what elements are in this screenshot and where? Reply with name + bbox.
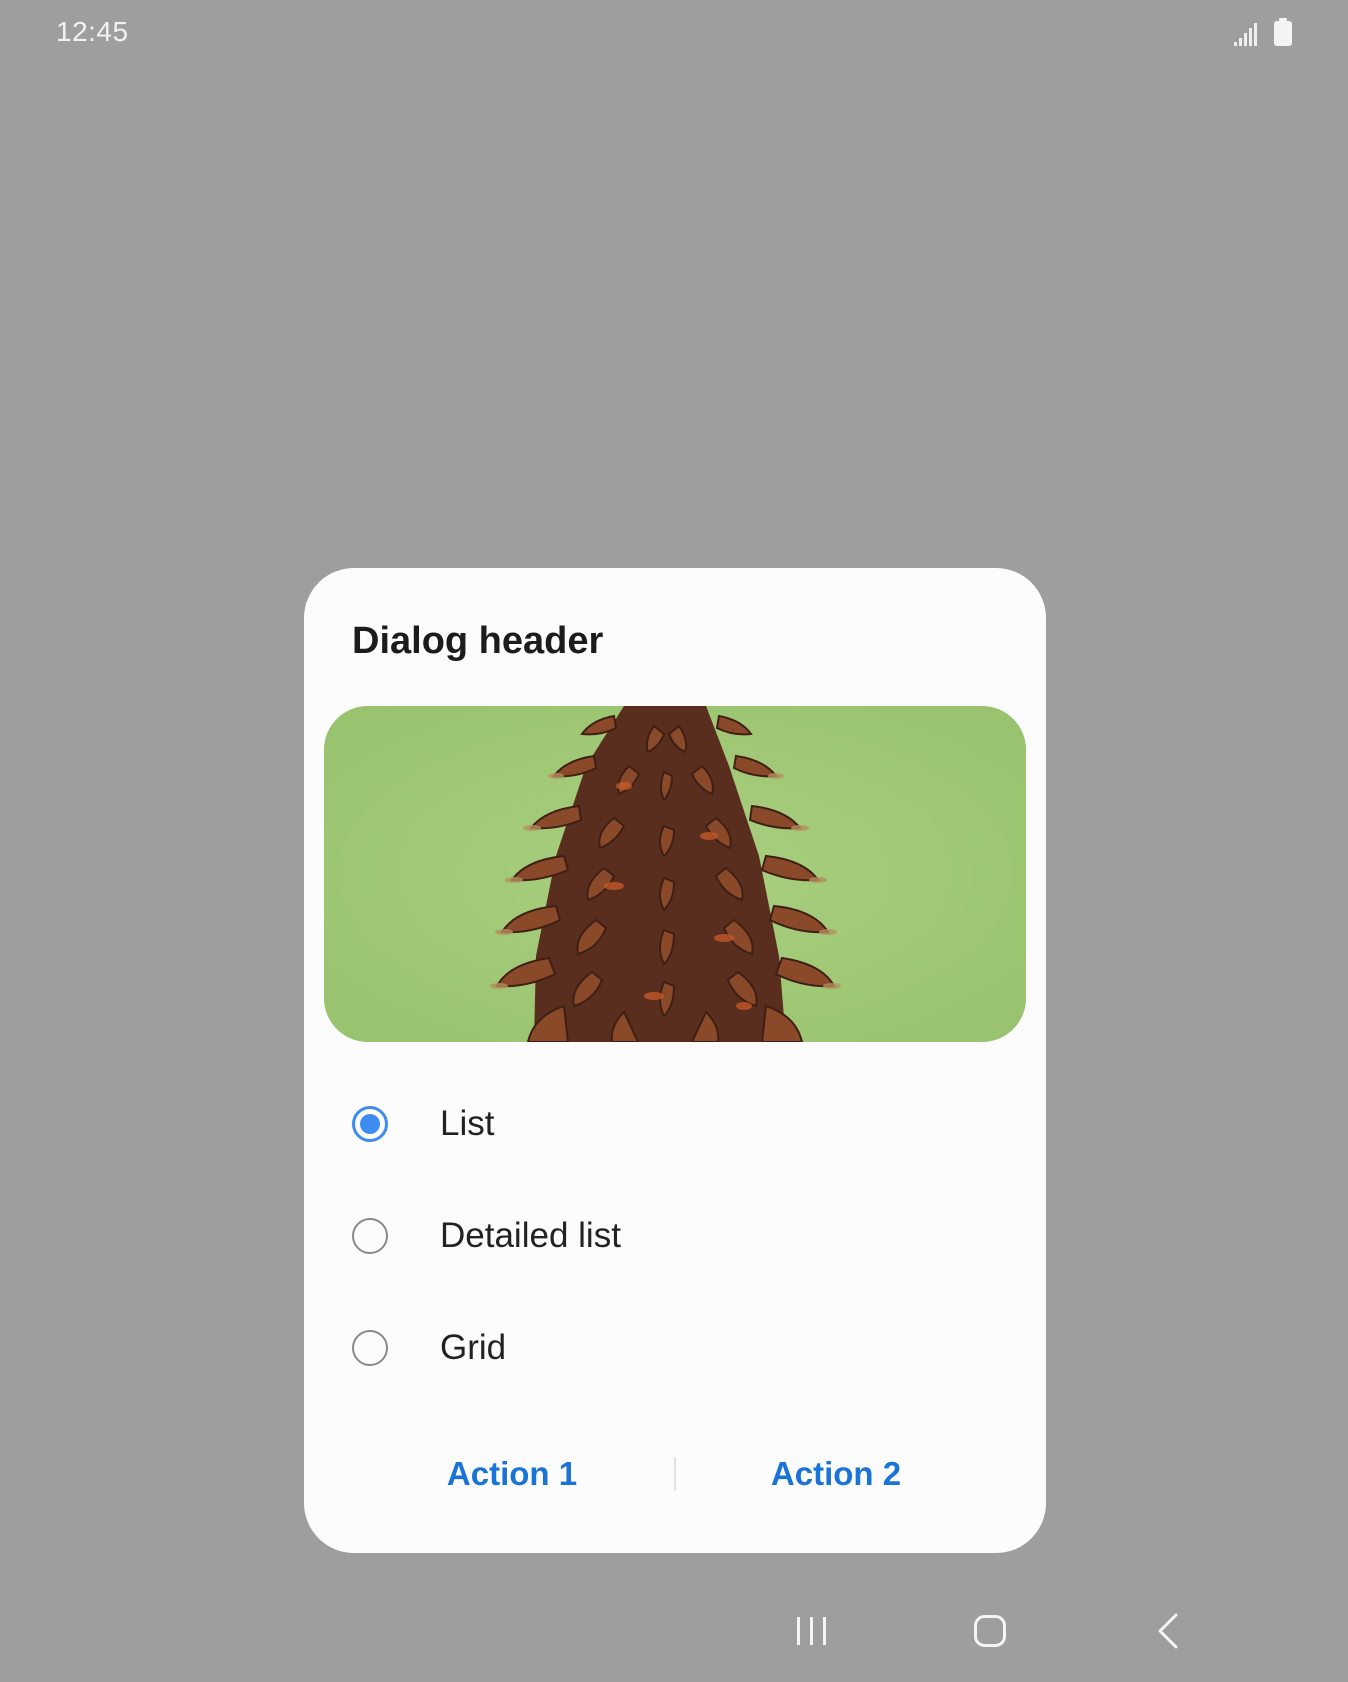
action-2-button[interactable]: Action 2 — [676, 1443, 996, 1503]
radio-list[interactable] — [352, 1106, 388, 1142]
back-icon — [1156, 1613, 1180, 1654]
recents-button[interactable] — [782, 1608, 842, 1658]
dialog: Dialog header List Detailed list Grid Ac… — [304, 568, 1046, 1553]
battery-icon — [1274, 18, 1292, 51]
status-icons — [1234, 18, 1292, 51]
status-time: 12:45 — [56, 16, 129, 47]
action-1-button[interactable]: Action 1 — [352, 1443, 672, 1503]
option-grid[interactable]: Grid — [304, 1292, 1046, 1404]
option-detailed-list[interactable]: Detailed list — [304, 1180, 1046, 1292]
status-bar: 12:45 — [0, 0, 1348, 70]
recents-icon — [795, 1615, 829, 1652]
back-button[interactable] — [1138, 1608, 1198, 1658]
dialog-header: Dialog header — [352, 620, 604, 662]
view-options: List Detailed list Grid — [304, 1068, 1046, 1404]
option-list[interactable]: List — [304, 1068, 1046, 1180]
home-icon — [973, 1614, 1007, 1653]
radio-detailed-list[interactable] — [352, 1218, 388, 1254]
option-label: Grid — [440, 1328, 507, 1367]
pinecone-photo — [324, 706, 1026, 1042]
navigation-bar — [0, 1592, 1348, 1682]
option-label: List — [440, 1104, 495, 1143]
option-label: Detailed list — [440, 1216, 621, 1255]
pinecone-illustration — [324, 706, 1026, 1042]
dialog-actions: Action 1 Action 2 — [304, 1443, 1046, 1503]
signal-icon — [1234, 22, 1260, 51]
radio-grid[interactable] — [352, 1330, 388, 1366]
home-button[interactable] — [960, 1608, 1020, 1658]
